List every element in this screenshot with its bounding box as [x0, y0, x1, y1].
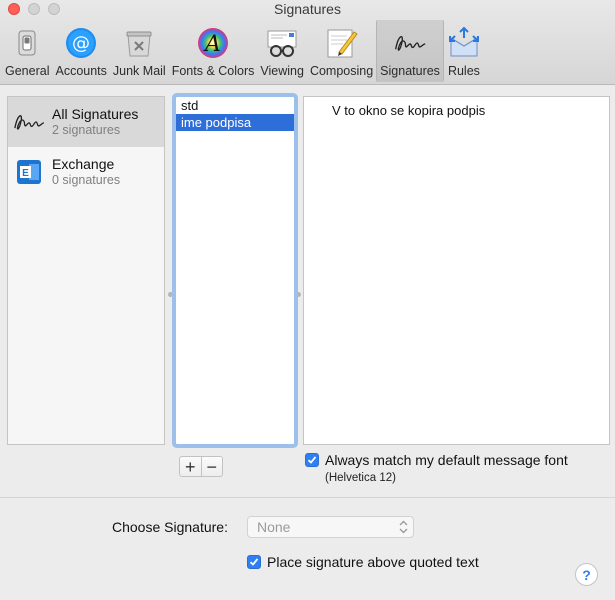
- toolbar-general[interactable]: General: [2, 20, 52, 82]
- signature-item[interactable]: ime podpisa: [176, 114, 294, 131]
- switch-icon: [10, 26, 44, 60]
- toolbar-label: Composing: [309, 64, 374, 78]
- trash-icon: [122, 26, 156, 60]
- above-quoted-label: Place signature above quoted text: [267, 554, 479, 570]
- rules-icon: [447, 26, 481, 60]
- splitter-handle[interactable]: [296, 292, 301, 297]
- toolbar-label: Rules: [447, 64, 480, 78]
- account-name: Exchange: [52, 156, 115, 172]
- divider: [0, 497, 615, 498]
- window-title: Signatures: [274, 1, 341, 17]
- svg-text:E: E: [22, 168, 29, 179]
- help-button[interactable]: ?: [575, 563, 598, 586]
- above-quoted-checkbox[interactable]: [247, 555, 261, 569]
- exchange-icon: E: [11, 154, 47, 190]
- toolbar-label: Viewing: [260, 64, 304, 78]
- match-font-option: Always match my default message font (He…: [305, 452, 568, 484]
- match-font-label: Always match my default message font: [325, 452, 568, 468]
- svg-text:@: @: [72, 33, 90, 54]
- account-count: 2 signatures: [52, 123, 121, 137]
- window-titlebar: Signatures General @ Accounts Junk Mail …: [0, 0, 615, 85]
- toolbar-label: Fonts & Colors: [171, 64, 255, 78]
- glasses-icon: [265, 26, 299, 60]
- account-item-all-signatures[interactable]: All Signatures 2 signatures: [8, 97, 164, 147]
- signature-list: std ime podpisa: [175, 96, 295, 445]
- signature-editor[interactable]: V to okno se kopira podpis: [303, 96, 610, 445]
- signature-icon: [393, 26, 427, 60]
- above-quoted-option: Place signature above quoted text: [247, 554, 479, 570]
- add-remove-control: + −: [179, 456, 223, 477]
- pencil-icon: [325, 26, 359, 60]
- toolbar-composing[interactable]: Composing: [307, 20, 376, 82]
- choose-signature-select[interactable]: None: [247, 516, 414, 538]
- checkmark-icon: [249, 558, 259, 566]
- choose-signature-value: None: [257, 519, 291, 535]
- toolbar-label: Junk Mail: [112, 64, 166, 78]
- signature-icon: [11, 104, 47, 140]
- font-note: (Helvetica 12): [325, 472, 396, 484]
- checkmark-icon: [307, 456, 317, 464]
- toolbar-label: General: [5, 64, 50, 78]
- choose-signature-label: Choose Signature:: [112, 519, 228, 535]
- toolbar-label: Accounts: [55, 64, 107, 78]
- toolbar-label: Signatures: [380, 64, 440, 78]
- splitter-handle[interactable]: [168, 292, 173, 297]
- signature-item[interactable]: std: [176, 97, 294, 114]
- remove-signature-button[interactable]: −: [200, 457, 223, 476]
- toolbar-signatures[interactable]: Signatures: [376, 20, 444, 82]
- svg-text:A: A: [203, 32, 221, 57]
- at-icon: @: [64, 26, 98, 60]
- toolbar-accounts[interactable]: @ Accounts: [52, 20, 109, 82]
- account-count: 0 signatures: [52, 173, 121, 187]
- add-signature-button[interactable]: +: [180, 457, 201, 476]
- toolbar-viewing[interactable]: Viewing: [257, 20, 307, 82]
- account-name: All Signatures: [52, 106, 139, 122]
- match-font-checkbox[interactable]: [305, 453, 319, 467]
- toolbar-rules[interactable]: Rules: [444, 20, 484, 82]
- toolbar-fonts-colors[interactable]: A Fonts & Colors: [169, 20, 258, 82]
- toolbar-junk-mail[interactable]: Junk Mail: [110, 20, 169, 82]
- signature-content: V to okno se kopira podpis: [332, 103, 486, 118]
- font-icon: A: [196, 26, 230, 60]
- preferences-toolbar: General @ Accounts Junk Mail A Fonts & C…: [2, 20, 484, 82]
- chevron-updown-icon: [399, 520, 408, 534]
- account-item-exchange[interactable]: E Exchange 0 signatures: [8, 147, 164, 197]
- accounts-list: All Signatures 2 signatures E Exchange 0…: [7, 96, 165, 445]
